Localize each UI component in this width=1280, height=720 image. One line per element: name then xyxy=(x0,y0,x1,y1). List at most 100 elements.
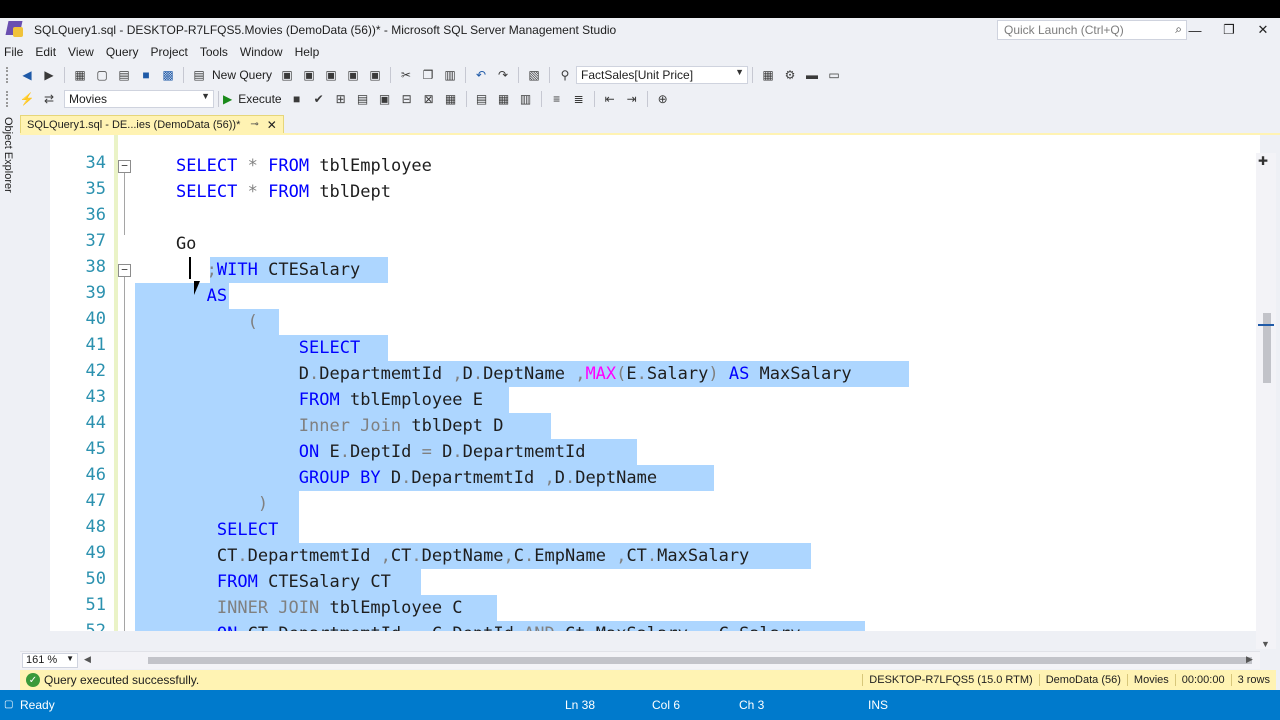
vertical-scrollbar[interactable]: ✚ ▼ xyxy=(1256,153,1276,649)
scroll-right-icon[interactable]: ▶ xyxy=(1246,654,1253,665)
close-window-button[interactable]: ✕ xyxy=(1246,18,1280,42)
add-item-icon[interactable]: ▢ xyxy=(93,66,111,84)
horizontal-scroll-thumb[interactable] xyxy=(148,657,1252,664)
collapse-icon[interactable]: − xyxy=(118,160,131,173)
line-number: 52 xyxy=(85,621,106,631)
database-select-value: Movies xyxy=(69,92,108,106)
menu-project[interactable]: Project xyxy=(147,45,196,59)
decrease-indent-icon[interactable]: ⇤ xyxy=(601,90,619,108)
display-plan-icon[interactable]: ⊞ xyxy=(332,90,350,108)
forward-icon[interactable]: ▶ xyxy=(40,66,58,84)
quick-launch-placeholder: Quick Launch (Ctrl+Q) xyxy=(1004,23,1124,37)
new-query-icon[interactable]: ▤ xyxy=(190,66,208,84)
undo-icon[interactable]: ↶ xyxy=(472,66,490,84)
cut-icon[interactable]: ✂ xyxy=(397,66,415,84)
menu-query[interactable]: Query xyxy=(102,45,147,59)
dmx-query-icon[interactable]: ▣ xyxy=(300,66,318,84)
window-title: SQLQuery1.sql - DESKTOP-R7LFQS5.Movies (… xyxy=(34,23,617,37)
uncomment-icon[interactable]: ≣ xyxy=(570,90,588,108)
connect-icon[interactable]: ⚡ xyxy=(18,90,36,108)
increase-indent-icon[interactable]: ⇥ xyxy=(623,90,641,108)
standard-toolbar: ◀ ▶ ▦ ▢ ▤ ■ ▩ ▤ New Query ▣ ▣ ▣ ▣ ▣ ✂ ❐ … xyxy=(0,63,1280,87)
dax-query-icon[interactable]: ▣ xyxy=(344,66,362,84)
redo-icon[interactable]: ↷ xyxy=(494,66,512,84)
line-number: 44 xyxy=(85,413,106,433)
caret-position-marker xyxy=(1258,324,1274,326)
toolbar-grip[interactable] xyxy=(6,67,10,83)
paste-icon[interactable]: ▥ xyxy=(441,66,459,84)
menu-help[interactable]: Help xyxy=(291,45,328,59)
menu-tools[interactable]: Tools xyxy=(196,45,236,59)
chevron-down-icon[interactable]: ▼ xyxy=(201,91,210,101)
new-query-button[interactable]: New Query xyxy=(212,68,272,82)
save-all-icon[interactable]: ▩ xyxy=(159,66,177,84)
more-tools-icon[interactable]: ▭ xyxy=(825,66,843,84)
menu-window[interactable]: Window xyxy=(236,45,291,59)
change-connection-icon[interactable]: ⇄ xyxy=(40,90,58,108)
properties-icon[interactable]: ⚙ xyxy=(781,66,799,84)
mdx-query-icon[interactable]: ▣ xyxy=(278,66,296,84)
close-tab-button[interactable]: ✕ xyxy=(267,118,277,132)
copy-icon[interactable]: ❐ xyxy=(419,66,437,84)
split-icon[interactable]: ✚ xyxy=(1258,154,1274,168)
play-icon: ▶ xyxy=(223,92,233,106)
menu-view[interactable]: View xyxy=(64,45,102,59)
toolbox-icon[interactable]: ▬ xyxy=(803,66,821,84)
object-explorer-tab[interactable]: Object Explorer xyxy=(2,117,14,193)
quick-launch-input[interactable]: Quick Launch (Ctrl+Q) ⌕ xyxy=(997,20,1187,40)
solution-explorer-icon[interactable]: ▦ xyxy=(759,66,777,84)
analysis-query-icon[interactable]: ▣ xyxy=(366,66,384,84)
line-number: 43 xyxy=(85,387,106,407)
save-icon[interactable]: ■ xyxy=(137,66,155,84)
comment-icon[interactable]: ≡ xyxy=(548,90,566,108)
code-line: FROM CTESalary CT xyxy=(216,572,391,592)
intellisense-icon[interactable]: ▣ xyxy=(376,90,394,108)
specify-values-icon[interactable]: ⊕ xyxy=(654,90,672,108)
database-select[interactable]: Movies ▼ xyxy=(64,90,214,108)
execute-button[interactable]: ▶ Execute xyxy=(223,92,286,106)
minimize-button[interactable]: — xyxy=(1178,18,1212,42)
find-combo[interactable]: FactSales[Unit Price] ▼ xyxy=(576,66,749,84)
back-icon[interactable]: ◀ xyxy=(18,66,36,84)
menu-bar: File Edit View Query Project Tools Windo… xyxy=(0,42,1280,62)
line-number: 49 xyxy=(85,543,106,563)
code-line: FROM tblEmployee E xyxy=(298,390,484,410)
pin-icon[interactable]: ⊸ xyxy=(250,119,258,130)
zoom-select[interactable]: 161 % ▼ xyxy=(22,653,78,668)
parse-icon[interactable]: ✔ xyxy=(310,90,328,108)
live-stats-icon[interactable]: ⊠ xyxy=(420,90,438,108)
toolbar-grip[interactable] xyxy=(6,91,10,107)
server-name: DESKTOP-R7LFQS5 (15.0 RTM) xyxy=(862,674,1038,686)
activity-monitor-icon[interactable]: ▧ xyxy=(525,66,543,84)
line-number: 46 xyxy=(85,465,106,485)
find-icon[interactable]: ⚲ xyxy=(556,66,574,84)
results-to-grid-icon[interactable]: ▦ xyxy=(495,90,513,108)
new-project-icon[interactable]: ▦ xyxy=(71,66,89,84)
editor-gutter xyxy=(20,135,50,631)
results-to-file-icon[interactable]: ▥ xyxy=(517,90,535,108)
xmla-query-icon[interactable]: ▣ xyxy=(322,66,340,84)
line-number: 41 xyxy=(85,335,106,355)
side-panel: Object Explorer xyxy=(0,113,20,673)
menu-file[interactable]: File xyxy=(0,45,31,59)
stop-icon[interactable]: ■ xyxy=(288,90,306,108)
results-to-text-icon[interactable]: ▤ xyxy=(473,90,491,108)
code-line: D.DepartmemtId ,D.DeptName ,MAX(E.Salary… xyxy=(135,364,852,384)
status-icon: ▢ xyxy=(4,699,14,710)
query-options-icon[interactable]: ▤ xyxy=(354,90,372,108)
query-editor[interactable]: 34 35 36 37 38 39 40 41 42 43 44 45 46 4… xyxy=(20,135,1260,631)
fold-line xyxy=(124,173,125,235)
scroll-left-icon[interactable]: ◀ xyxy=(84,654,91,665)
collapse-icon[interactable]: − xyxy=(118,264,131,277)
scroll-down-icon[interactable]: ▼ xyxy=(1261,639,1270,649)
include-plan-icon[interactable]: ⊟ xyxy=(398,90,416,108)
open-file-icon[interactable]: ▤ xyxy=(115,66,133,84)
tab-sqlquery1[interactable]: SQLQuery1.sql - DE...ies (DemoData (56))… xyxy=(20,115,284,133)
client-stats-icon[interactable]: ▦ xyxy=(442,90,460,108)
chevron-down-icon[interactable]: ▼ xyxy=(735,67,744,77)
line-number: 50 xyxy=(85,569,106,589)
maximize-button[interactable]: ❐ xyxy=(1212,18,1246,42)
status-bar: ▢ Ready Ln 38 Col 6 Ch 3 INS xyxy=(0,690,1280,720)
menu-edit[interactable]: Edit xyxy=(31,45,64,59)
chevron-down-icon[interactable]: ▼ xyxy=(66,654,74,663)
